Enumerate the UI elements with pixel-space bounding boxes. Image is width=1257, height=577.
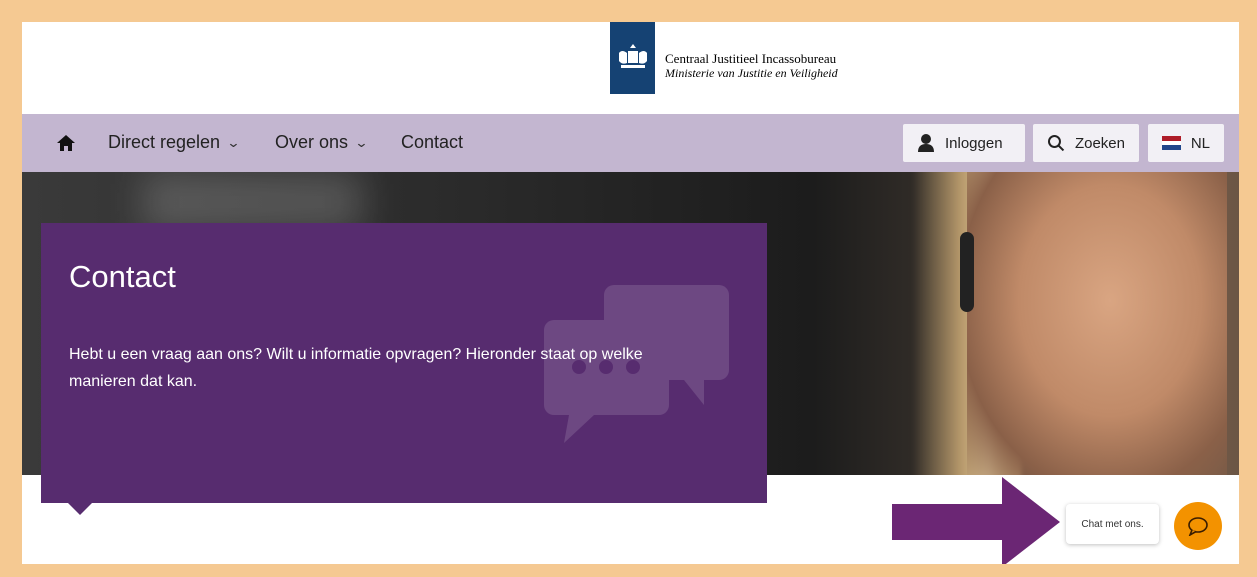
language-button[interactable]: NL xyxy=(1148,124,1224,162)
nav-direct-regelen[interactable]: Direct regelen ⌄ xyxy=(108,132,241,153)
search-button[interactable]: Zoeken xyxy=(1033,124,1139,162)
arrow-right-icon xyxy=(892,477,1060,564)
coat-of-arms-logo[interactable] xyxy=(610,22,655,94)
coat-of-arms-icon xyxy=(618,44,647,68)
login-button[interactable]: Inloggen xyxy=(903,124,1025,162)
site-header: Centraal Justitieel Incassobureau Minist… xyxy=(22,22,1239,114)
nav-over-ons[interactable]: Over ons ⌄ xyxy=(275,132,369,153)
dutch-flag-icon xyxy=(1162,136,1181,151)
ministry-subtitle: Ministerie van Justitie en Veiligheid xyxy=(665,66,838,80)
intro-text: Hebt u een vraag aan ons? Wilt u informa… xyxy=(69,346,643,390)
page-frame: Centraal Justitieel Incassobureau Minist… xyxy=(22,22,1239,564)
customer-service-agent-photo xyxy=(967,172,1227,475)
nav-over-ons-label: Over ons xyxy=(275,132,349,152)
main-navigation: Direct regelen ⌄ Over ons ⌄ Contact Inlo… xyxy=(22,114,1239,172)
search-label: Zoeken xyxy=(1074,134,1125,152)
language-label: NL xyxy=(1190,134,1210,152)
user-icon xyxy=(918,134,934,152)
chevron-down-icon: ⌄ xyxy=(354,134,369,150)
page-title: Contact xyxy=(69,259,176,294)
nav-direct-regelen-label: Direct regelen xyxy=(108,132,221,152)
nav-contact-label: Contact xyxy=(401,132,464,152)
organisation-name: Centraal Justitieel Incassobureau Minist… xyxy=(665,51,838,81)
nav-contact[interactable]: Contact xyxy=(401,132,463,153)
contact-intro-panel: Contact Hebt u een vraag aan ons? Wilt u… xyxy=(41,223,767,503)
chevron-down-icon: ⌄ xyxy=(226,134,241,150)
headset xyxy=(960,232,974,312)
home-icon[interactable] xyxy=(56,134,76,152)
login-label: Inloggen xyxy=(945,134,1003,152)
chat-icon xyxy=(1188,517,1208,536)
search-icon xyxy=(1047,135,1065,152)
panel-pointer xyxy=(66,501,94,515)
chat-button[interactable] xyxy=(1174,502,1222,550)
chat-prompt-label[interactable]: Chat met ons. xyxy=(1066,504,1159,544)
organisation-title: Centraal Justitieel Incassobureau xyxy=(665,51,837,66)
